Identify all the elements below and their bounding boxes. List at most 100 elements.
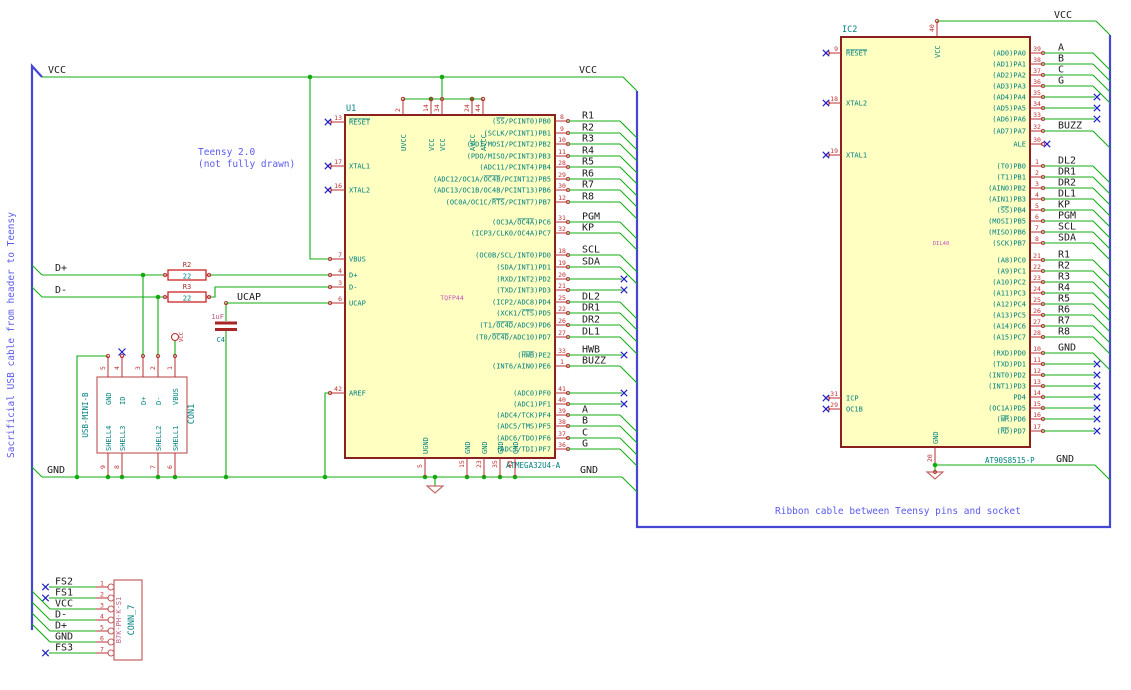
tspan: UCAP	[237, 292, 261, 303]
bus-left-vertical	[30, 63, 43, 630]
tspan: VCC	[439, 138, 447, 151]
u1-pin-num-17: 17	[334, 158, 342, 166]
label-vcc-ic2: VCC	[1054, 10, 1072, 21]
tspan: )PD6	[1009, 416, 1026, 424]
tspan: XTAL2	[846, 100, 867, 108]
conn7-net-label-2: FS1	[55, 588, 73, 599]
tspan: 29	[830, 401, 838, 409]
tspan: 24	[463, 104, 471, 112]
tspan: 30	[1033, 136, 1041, 144]
tspan: B7K-PH-K-S1	[115, 597, 123, 643]
tspan: 43	[506, 460, 514, 468]
u1-pin-name-40: (ADC1)PF1	[513, 401, 551, 409]
tspan: 19	[558, 259, 566, 267]
ic2-pin-num-29: 29	[830, 401, 838, 409]
ic2-vcc-bus-entry	[1095, 20, 1111, 36]
ic2-pin-name-37: (AD2)PA2	[992, 72, 1026, 80]
u1-net-label-19: SDA	[582, 257, 600, 268]
tspan: 36	[558, 441, 566, 449]
dot	[432, 474, 438, 480]
tspan: CTS	[521, 310, 534, 318]
tspan: 25	[558, 294, 566, 302]
u1-net-label-18: SCL	[582, 245, 600, 256]
gnd-rail-bus-entry	[621, 476, 638, 493]
tspan: )PC6	[534, 219, 551, 227]
label-vcc-right: VCC	[579, 65, 597, 76]
ic2-pin-name-17: (RD)PD7	[996, 428, 1026, 436]
capacitor-c4	[215, 321, 237, 331]
tspan: R8	[582, 192, 594, 203]
tspan: 5	[1035, 202, 1039, 210]
tspan: AT90S8515-P	[985, 456, 1035, 465]
tspan: 2	[1035, 169, 1039, 177]
tspan: (AD3)PA3	[992, 83, 1026, 91]
dplus-bus-entry	[31, 264, 43, 276]
tspan: 30	[558, 182, 566, 190]
tspan: R2	[582, 123, 594, 134]
tspan: DL2	[582, 292, 600, 303]
ic2-pin-num-10: 10	[1033, 345, 1041, 353]
usb-shell-num-8: 8	[113, 465, 121, 469]
ic2-bus-entry-39	[1092, 52, 1111, 71]
tspan: 22	[1033, 263, 1041, 271]
ic2-pin-name-3: (AIN0)PB2	[988, 185, 1026, 193]
tspan: 40	[928, 24, 936, 32]
ic2-net-label-36: G	[1058, 76, 1064, 87]
ic2-pin-num-5: 5	[1035, 202, 1039, 210]
usb-shell-num-7: 7	[149, 465, 157, 469]
ic2-pin-name-16: (WR)PD6	[996, 416, 1026, 424]
u1-net-label-38: B	[582, 416, 588, 427]
tspan: AVCC	[469, 134, 477, 151]
ic2-bus-entry-25	[1092, 303, 1111, 322]
ic2-pin-name-5: (SS)PB4	[996, 207, 1026, 215]
ic2-pin-name-38: (AD1)PA1	[992, 61, 1026, 69]
ic2-gnd-bus-entry	[1094, 464, 1111, 481]
u1-net-label-39: A	[582, 405, 588, 416]
tspan: 21	[558, 282, 566, 290]
dot	[155, 294, 161, 300]
ic2-net-label-7: SCL	[1058, 222, 1076, 233]
ic2-net-label-1: DL2	[1058, 156, 1076, 167]
u1-bottom-pin-num-23: 23	[475, 460, 483, 468]
tspan: (TXD/INT3)PD3	[496, 287, 551, 295]
ring	[170, 332, 180, 342]
label-gnd-ic2: GND	[1056, 454, 1074, 465]
ic2-pin-num-26: 26	[1033, 307, 1041, 315]
conn7-pin-circle-6	[107, 638, 115, 646]
gnd-bus-entry	[31, 466, 43, 478]
tspan: 44	[474, 104, 482, 112]
ic2-vcc-pin-name: VCC	[934, 45, 942, 58]
tspan: GND	[464, 441, 472, 454]
tspan: 36	[1033, 78, 1041, 86]
tspan: R4	[582, 146, 594, 157]
ic2-pin-num-33: 33	[1033, 111, 1041, 119]
ic2-pin-num-30: 30	[1033, 136, 1041, 144]
tspan: (INT0)PD2	[988, 372, 1026, 380]
tspan: U1	[346, 104, 356, 114]
tspan: ICP	[846, 395, 859, 403]
conn7-ref: CONN_7	[127, 605, 137, 636]
u1-net-label-37: C	[582, 428, 588, 439]
u1-pin-num-27: 27	[558, 329, 566, 337]
tspan: UCAP	[349, 300, 366, 308]
ic2-bus-entry-3	[1092, 187, 1111, 206]
vcc-power-symbol	[170, 332, 180, 342]
u1-pin-num-36: 36	[558, 441, 566, 449]
conn7-pin-circle-2	[107, 594, 115, 602]
tspan: DR2	[1058, 178, 1076, 189]
tspan: R5	[1058, 294, 1070, 305]
u1-pin-num-9: 9	[560, 125, 564, 133]
u1-bottom-pin-num-43: 43	[506, 460, 514, 468]
ic2-pin-name-9: RESET	[846, 50, 868, 58]
tspan: (MISO)PB6	[988, 229, 1026, 237]
u1-top-pin-name-2: UVCC	[400, 134, 408, 151]
vcc-symbol-label: VCC	[179, 332, 185, 342]
conn7-bus-entry-4	[31, 601, 51, 621]
tspan: 39	[558, 407, 566, 415]
usb-shell-num-6: 6	[166, 465, 174, 469]
u1-pin-name-30: (ADC13/OC1B/OC4B/PCINT13)PB6	[433, 187, 551, 195]
tspan: /PCINT12)PB5	[500, 176, 551, 184]
tspan: D+	[349, 272, 357, 280]
tspan: G	[582, 439, 588, 450]
tspan: 31	[830, 390, 838, 398]
